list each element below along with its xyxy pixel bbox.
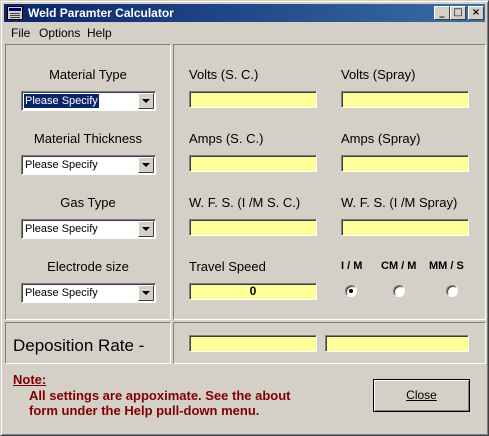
deposition-rate-field-1[interactable] — [189, 335, 317, 352]
note-title: Note: — [13, 372, 47, 387]
volts-sc-field[interactable] — [189, 91, 317, 108]
unit-cmpm-radio[interactable] — [393, 285, 405, 297]
menu-options[interactable]: Options — [39, 26, 80, 40]
wfs-spray-label: W. F. S. (I /M Spray) — [341, 195, 458, 210]
deposition-rate-label: Deposition Rate - — [13, 336, 145, 355]
electrode-size-select[interactable]: Please Specify — [21, 283, 156, 303]
close-icon: × — [471, 7, 481, 18]
input-panel — [5, 44, 171, 320]
results-panel — [173, 44, 486, 320]
amps-sc-label: Amps (S. C.) — [189, 131, 264, 146]
unit-mmps-label: MM / S — [429, 260, 464, 272]
close-button[interactable]: Close — [373, 379, 470, 412]
gas-type-select[interactable]: Please Specify — [21, 219, 156, 239]
menu-bar: File Options Help — [4, 23, 485, 42]
material-thickness-select[interactable]: Please Specify — [21, 155, 156, 175]
maximize-icon: □ — [453, 7, 463, 18]
window-title: Weld Paramter Calculator — [28, 6, 174, 20]
close-button-label: Close — [406, 388, 437, 402]
unit-mmps-radio[interactable] — [446, 285, 458, 297]
chevron-down-icon[interactable] — [138, 285, 154, 301]
note-line-2: form under the Help pull-down menu. — [29, 403, 260, 418]
chevron-down-icon[interactable] — [138, 221, 154, 237]
app-window: Weld Paramter Calculator _ □ × File Opti… — [0, 0, 489, 436]
unit-ipm-radio[interactable] — [345, 285, 357, 297]
wfs-sc-label: W. F. S. (I /M S. C.) — [189, 195, 301, 210]
title-bar[interactable]: Weld Paramter Calculator _ □ × — [4, 4, 485, 22]
volts-spray-label: Volts (Spray) — [341, 67, 416, 82]
gas-type-label: Gas Type — [60, 195, 116, 210]
maximize-button[interactable]: □ — [450, 6, 466, 20]
amps-spray-field[interactable] — [341, 155, 469, 172]
material-type-value: Please Specify — [24, 94, 99, 108]
electrode-size-value: Please Specify — [25, 287, 98, 299]
unit-ipm-label: I / M — [341, 260, 363, 272]
menu-help[interactable]: Help — [87, 26, 112, 40]
unit-cmpm-label: CM / M — [381, 260, 417, 272]
travel-speed-label: Travel Speed — [189, 259, 266, 274]
note-line-1: All settings are appoximate. See the abo… — [29, 388, 291, 403]
amps-spray-label: Amps (Spray) — [341, 131, 421, 146]
deposition-rate-field-2[interactable] — [325, 335, 469, 352]
minimize-button[interactable]: _ — [434, 6, 450, 20]
wfs-spray-field[interactable] — [341, 219, 469, 236]
close-window-button[interactable]: × — [468, 6, 484, 20]
material-type-select[interactable]: Please Specify — [21, 91, 156, 111]
travel-speed-field[interactable]: 0 — [189, 283, 317, 300]
material-thickness-label: Material Thickness — [33, 131, 143, 146]
electrode-size-label: Electrode size — [47, 259, 129, 274]
wfs-sc-field[interactable] — [189, 219, 317, 236]
chevron-down-icon[interactable] — [138, 157, 154, 173]
material-thickness-value: Please Specify — [25, 159, 98, 171]
amps-sc-field[interactable] — [189, 155, 317, 172]
chevron-down-icon[interactable] — [138, 93, 154, 109]
material-type-label: Material Type — [49, 67, 127, 82]
volts-sc-label: Volts (S. C.) — [189, 67, 259, 82]
menu-file[interactable]: File — [11, 26, 30, 40]
volts-spray-field[interactable] — [341, 91, 469, 108]
gas-type-value: Please Specify — [25, 223, 98, 235]
minimize-icon: _ — [439, 7, 445, 18]
app-icon[interactable] — [7, 6, 23, 20]
